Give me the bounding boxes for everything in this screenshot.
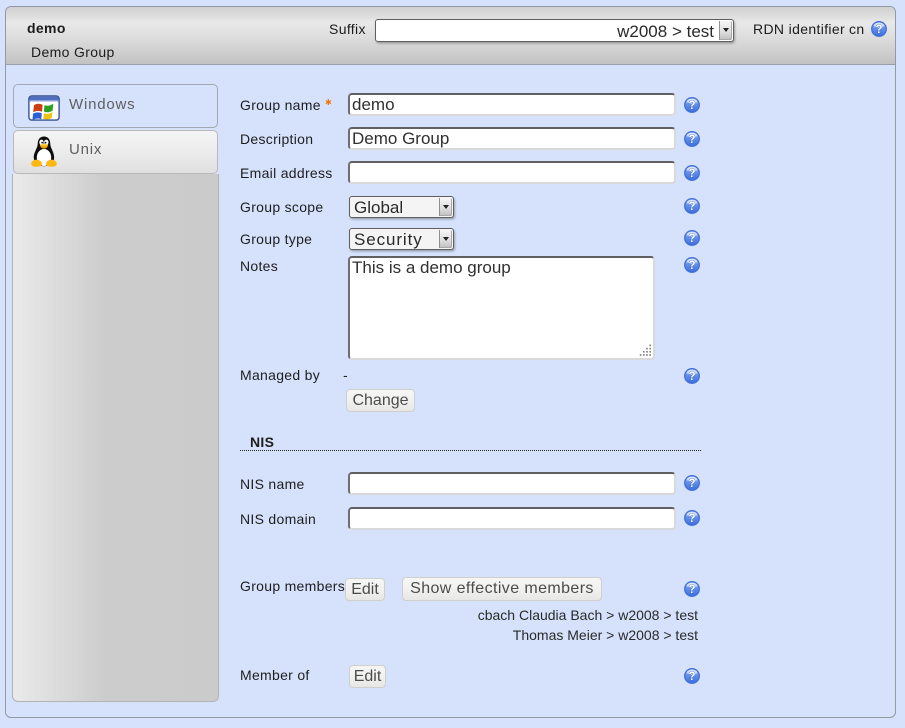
svg-text:?: ? [688, 513, 695, 525]
svg-text:?: ? [688, 371, 695, 383]
svg-text:?: ? [688, 233, 695, 245]
svg-text:?: ? [688, 671, 695, 683]
svg-text:?: ? [688, 260, 695, 272]
svg-text:?: ? [875, 24, 882, 36]
svg-text:?: ? [688, 168, 695, 180]
svg-text:?: ? [688, 478, 695, 490]
svg-text:?: ? [688, 100, 695, 112]
svg-text:?: ? [688, 584, 695, 596]
svg-text:?: ? [688, 201, 695, 213]
svg-text:?: ? [688, 134, 695, 146]
